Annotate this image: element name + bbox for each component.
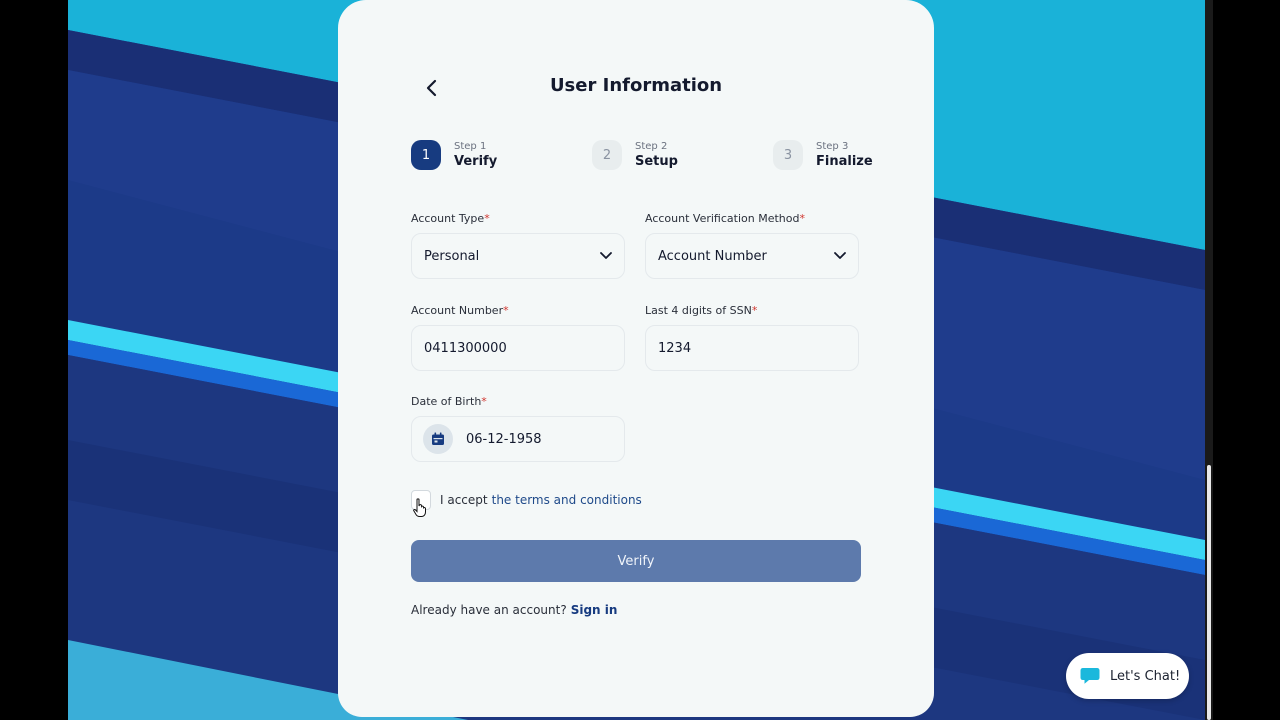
chevron-down-icon bbox=[600, 252, 612, 259]
registration-card: User Information 1 Step 1 Verify 2 Step … bbox=[338, 0, 934, 717]
required-mark: * bbox=[799, 212, 805, 225]
step-number: 2 bbox=[592, 140, 622, 170]
required-mark: * bbox=[484, 212, 490, 225]
chat-button[interactable]: Let's Chat! bbox=[1066, 653, 1189, 699]
verification-method-label-text: Account Verification Method bbox=[645, 212, 800, 225]
step-label: Setup bbox=[635, 154, 678, 169]
signin-prompt: Already have an account? bbox=[411, 603, 567, 617]
account-number-label-text: Account Number bbox=[411, 304, 504, 317]
step-number: 1 bbox=[411, 140, 441, 170]
ssn-input[interactable]: 1234 bbox=[645, 325, 859, 371]
signin-row: Already have an account? Sign in bbox=[411, 603, 617, 617]
step-2[interactable]: 2 Step 2 Setup bbox=[592, 140, 678, 170]
account-type-select[interactable]: Personal bbox=[411, 233, 625, 279]
account-type-label-text: Account Type bbox=[411, 212, 485, 225]
chat-bubble-icon bbox=[1080, 667, 1100, 685]
page-title: User Information bbox=[549, 75, 723, 96]
hand-cursor-icon bbox=[413, 498, 427, 522]
terms-link[interactable]: the terms and conditions bbox=[492, 493, 642, 507]
calendar-icon[interactable] bbox=[423, 424, 453, 454]
signin-link[interactable]: Sign in bbox=[571, 603, 618, 617]
ssn-label: Last 4 digits of SSN* bbox=[645, 304, 757, 317]
step-caption: Step 2 bbox=[635, 141, 668, 152]
chevron-down-icon bbox=[834, 252, 846, 259]
verify-button[interactable]: Verify bbox=[411, 540, 861, 582]
step-number: 3 bbox=[773, 140, 803, 170]
account-number-value: 0411300000 bbox=[424, 340, 507, 356]
verification-method-label: Account Verification Method* bbox=[645, 212, 805, 225]
step-caption: Step 3 bbox=[816, 141, 849, 152]
step-3[interactable]: 3 Step 3 Finalize bbox=[773, 140, 873, 170]
dob-value: 06-12-1958 bbox=[466, 431, 542, 447]
scrollbar-thumb[interactable] bbox=[1207, 465, 1211, 720]
stepper: 1 Step 1 Verify 2 Step 2 Setup 3 Step 3 … bbox=[411, 140, 873, 174]
account-type-label: Account Type* bbox=[411, 212, 490, 225]
step-caption: Step 1 bbox=[454, 141, 487, 152]
ssn-label-text: Last 4 digits of SSN bbox=[645, 304, 752, 317]
required-mark: * bbox=[503, 304, 509, 317]
chat-label: Let's Chat! bbox=[1110, 668, 1181, 684]
account-number-label: Account Number* bbox=[411, 304, 509, 317]
terms-text: I accept bbox=[440, 493, 488, 507]
step-1[interactable]: 1 Step 1 Verify bbox=[411, 140, 497, 170]
dob-input[interactable]: 06-12-1958 bbox=[411, 416, 625, 462]
required-mark: * bbox=[481, 395, 487, 408]
terms-row: I accept the terms and conditions bbox=[411, 490, 642, 510]
verification-method-value: Account Number bbox=[658, 248, 767, 264]
account-number-input[interactable]: 0411300000 bbox=[411, 325, 625, 371]
scrollbar[interactable] bbox=[1205, 0, 1213, 720]
ssn-value: 1234 bbox=[658, 340, 692, 356]
account-type-value: Personal bbox=[424, 248, 480, 264]
step-label: Verify bbox=[454, 154, 498, 169]
required-mark: * bbox=[751, 304, 758, 317]
verification-method-select[interactable]: Account Number bbox=[645, 233, 859, 279]
dob-label-text: Date of Birth bbox=[411, 395, 482, 408]
step-label: Finalize bbox=[816, 154, 873, 169]
dob-label: Date of Birth* bbox=[411, 395, 487, 408]
